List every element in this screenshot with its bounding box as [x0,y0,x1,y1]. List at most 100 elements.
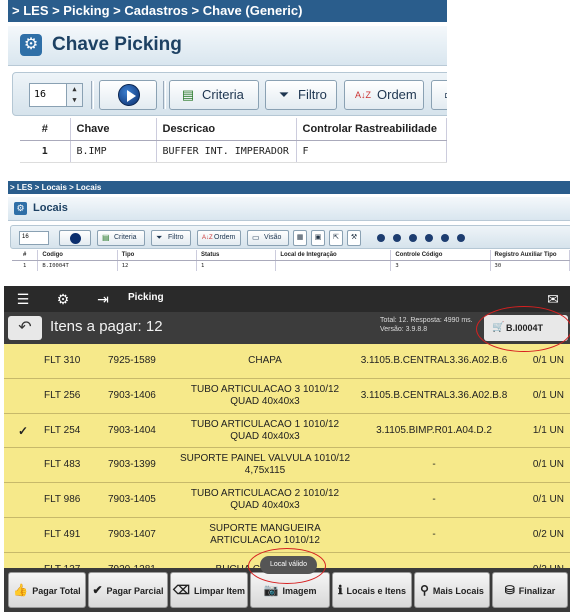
criteria-icon: ▤ [102,233,110,242]
item-description-line2: QUAD 40x40x3 [230,430,300,442]
button-label: Mais Locais [432,586,484,596]
check-icon: ✔ [92,583,103,597]
list-item[interactable]: FLT 986 7903-1405 TUBO ARTICULACAO 2 1010/… [4,483,570,518]
visao-button[interactable]: ▭ [431,80,447,110]
item-description: TUBO ARTICULACAO 1 1010/12 QUAD 40x40x3 [172,419,358,443]
export-icon[interactable]: ⇱ [329,230,343,246]
column-header[interactable]: Descricao [156,118,297,141]
page-size-spinner[interactable]: 16 ▲ ▼ [29,83,83,107]
eraser-icon: ⌫ [173,583,190,597]
cell-descricao: BUFFER INT. IMPERADOR [156,140,297,163]
cell-local-integracao [275,260,392,271]
column-header[interactable]: # [12,250,39,261]
play-icon [70,233,81,244]
button-label: Pagar Total [32,586,81,596]
save-icon[interactable]: ▣ [311,230,325,246]
list-item[interactable]: FLT 483 7903-1399 SUPORTE PAINEL VALVULA 1… [4,448,570,484]
action-dot-icon[interactable] [425,234,433,242]
column-header[interactable]: Chave [70,118,157,141]
notification-icon[interactable]: ✉ [544,290,562,308]
logout-icon[interactable]: ⇥ [94,290,112,308]
row-number: 1 [20,140,71,163]
breadcrumb: > LES > Picking > Cadastros > Chave (Gen… [8,0,447,22]
button-label: Locais e Itens [346,586,407,596]
sort-az-icon: A↓Z [355,90,372,100]
settings-icon[interactable]: ⚒ [347,230,361,246]
cell-registro-auxiliar: 30 [490,260,570,271]
criteria-button[interactable]: ▤ Criteria [169,80,259,110]
pagar-parcial-button[interactable]: ✔ Pagar Parcial [88,572,168,608]
gear-icon[interactable]: ⚙ [54,290,72,308]
cell-tipo: 12 [117,260,198,271]
cell-rastreabilidade: F [296,140,447,163]
item-description-line1: CHAPA [248,355,282,366]
table-row[interactable]: 1 B.IMP BUFFER INT. IMPERADOR F [20,140,447,163]
items-list: FLT 310 7925-1589 CHAPA 3.1105.B.CENTRAL3.3… [4,344,570,572]
title-bar: ⚙ Chave Picking [8,26,447,66]
item-location: - [432,528,436,540]
list-item[interactable]: FLT 310 7925-1589 CHAPA 3.1105.B.CENTRAL3.3… [4,344,570,379]
limpar-item-button[interactable]: ⌫ Limpar Item [170,572,248,608]
filtro-label: Filtro [168,234,184,241]
map-pin-icon: ⚲ [420,583,429,597]
table-row[interactable]: 1 B.I0004T 12 1 3 30 [12,260,570,271]
column-header[interactable]: Local de Integração [275,250,392,261]
spinner-value: 16 [34,89,47,100]
view-icon: ▭ [252,233,260,242]
column-header[interactable]: Tipo [117,250,198,261]
column-header[interactable]: # [20,118,71,141]
action-dot-icon[interactable] [377,234,385,242]
item-description-line1: SUPORTE PAINEL VALVULA 1010/12 [179,453,351,465]
action-dot-icon[interactable] [393,234,401,242]
page-size-spinner[interactable]: 16 [19,231,49,245]
item-description: SUPORTE MANGUEIRA ARTICULACAO 1010/12 [172,523,358,547]
title-bar: ⚙ Locais [8,197,570,221]
mais-locais-button[interactable]: ⚲ Mais Locais [414,572,490,608]
button-label: Imagem [282,586,317,596]
column-header[interactable]: Controlar Rastreabilidade [296,118,447,141]
app-title: Picking [128,292,164,303]
execute-button[interactable] [99,80,157,110]
criteria-button[interactable]: ▤ Criteria [97,230,145,246]
item-location: 3.1105.B.CENTRAL3.36.A02.B.8 [360,389,508,401]
column-header[interactable]: Codigo [37,250,118,261]
filtro-button[interactable]: ⏷ Filtro [265,80,337,110]
list-item[interactable]: ✓ FLT 254 7903-1404 TUBO ARTICULACAO 1 1010… [4,413,570,449]
action-dot-icon[interactable] [409,234,417,242]
item-quantity: 0/1 UN [532,459,564,471]
column-header[interactable]: Status [196,250,277,261]
back-button[interactable]: ↶ [8,316,42,340]
button-label: Pagar Parcial [106,586,164,596]
highlight-annotation [248,548,326,584]
row-number: 1 [12,260,39,271]
item-quantity: 0/2 UN [532,528,564,540]
execute-button[interactable] [59,230,91,246]
column-header[interactable]: Controle Código [390,250,491,261]
finalizar-button[interactable]: ⛁ Finalizar [492,572,568,608]
cell-status: 1 [196,260,277,271]
item-flt: FLT 986 [44,494,81,506]
spinner-arrows-icon[interactable]: ▲ ▼ [66,84,82,106]
grid-icon[interactable]: ▦ [293,230,307,246]
ordem-button[interactable]: A↓Z Ordem [197,230,241,246]
column-header[interactable]: Registro Auxiliar Tipo [490,250,570,261]
item-description-line2: QUAD 40x40x3 [230,395,300,407]
filtro-button[interactable]: ⏷ Filtro [151,230,191,246]
visao-button[interactable]: ▭ Visão [247,230,289,246]
ordem-label: Ordem [377,87,417,102]
locais-table: # Codigo Tipo Status Local de Integração… [12,250,570,271]
item-location: 3.1105.B.CENTRAL3.36.A02.B.6 [360,355,508,366]
action-dot-icon[interactable] [457,234,465,242]
item-flt: FLT 256 [44,389,81,401]
pagar-total-button[interactable]: 👍 Pagar Total [8,572,86,608]
item-flt: FLT 310 [44,355,81,366]
criteria-label: Criteria [202,87,244,102]
locais-itens-button[interactable]: ℹ Locais e Itens [332,572,412,608]
view-icon: ▭ [442,87,447,103]
action-dot-icon[interactable] [441,234,449,242]
list-item[interactable]: FLT 256 7903-1406 TUBO ARTICULACAO 3 1010/… [4,378,570,414]
item-quantity: 0/1 UN [532,355,564,366]
page-title: Chave Picking [52,34,182,55]
ordem-button[interactable]: A↓Z Ordem [344,80,424,110]
menu-icon[interactable]: ☰ [14,290,32,308]
